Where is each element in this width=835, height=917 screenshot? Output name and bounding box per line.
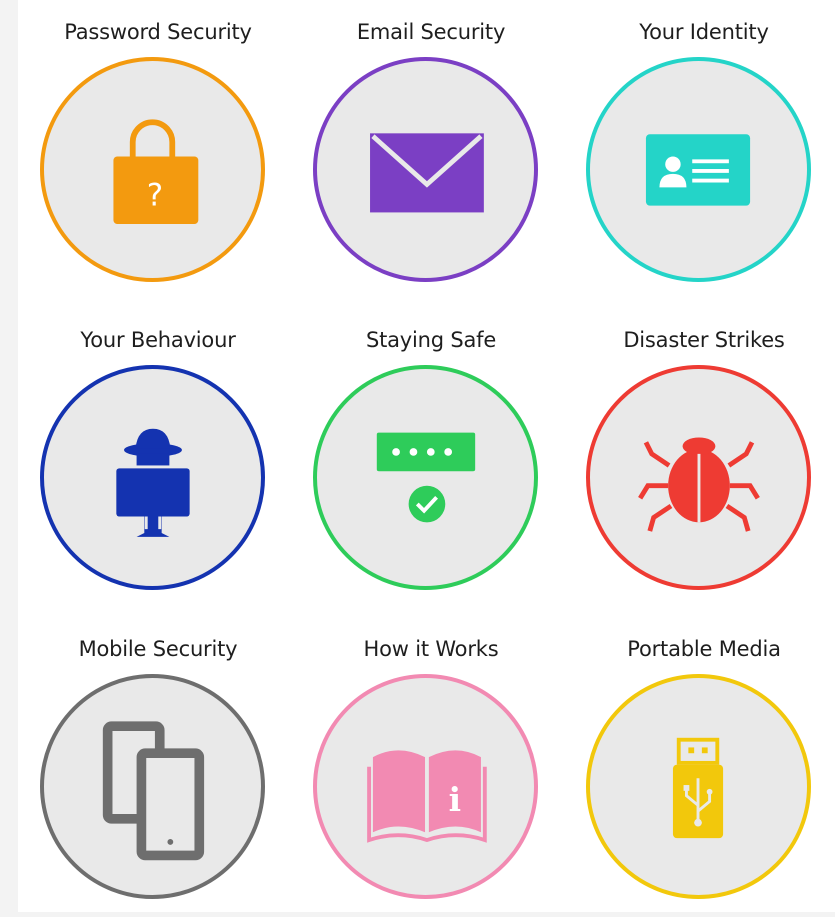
tile-circle[interactable] xyxy=(40,365,265,590)
tile-label: Disaster Strikes xyxy=(623,328,785,352)
tile-label: Password Security xyxy=(64,20,252,44)
padlock-question-icon: ? xyxy=(113,119,199,224)
tile-circle[interactable] xyxy=(313,365,538,590)
tile-mobile-security[interactable]: Mobile Security xyxy=(18,617,298,917)
mobile-devices-icon xyxy=(102,721,205,861)
svg-text:i: i xyxy=(449,780,461,819)
tile-your-identity[interactable]: Your Identity xyxy=(564,0,835,300)
bug-icon xyxy=(638,437,760,532)
id-card-icon xyxy=(645,134,751,206)
tile-label: Your Behaviour xyxy=(80,328,236,352)
usb-drive-icon xyxy=(672,737,724,839)
tile-staying-safe[interactable]: Staying Safe xyxy=(291,308,571,608)
password-check-icon xyxy=(376,432,476,523)
tile-circle[interactable]: ? xyxy=(40,57,265,282)
tile-disaster-strikes[interactable]: Disaster Strikes xyxy=(564,308,835,608)
svg-text:?: ? xyxy=(147,178,163,214)
spy-at-computer-icon xyxy=(116,428,190,537)
tile-label: Your Identity xyxy=(639,20,769,44)
tile-password-security[interactable]: Password Security ? xyxy=(18,0,298,300)
tile-label: How it Works xyxy=(363,637,499,661)
tile-your-behaviour[interactable]: Your Behaviour xyxy=(18,308,298,608)
tile-circle[interactable]: i xyxy=(313,674,538,899)
tile-label: Mobile Security xyxy=(78,637,238,661)
tile-label: Portable Media xyxy=(627,637,781,661)
tile-label: Email Security xyxy=(356,20,506,44)
tile-circle[interactable] xyxy=(313,57,538,282)
tile-circle[interactable] xyxy=(586,674,811,899)
topics-panel: Password Security ? Email Security Your … xyxy=(18,0,835,912)
tile-circle[interactable] xyxy=(586,365,811,590)
book-info-icon: i xyxy=(367,750,487,843)
tile-label: Staying Safe xyxy=(365,328,497,352)
tile-email-security[interactable]: Email Security xyxy=(291,0,571,300)
tile-circle[interactable] xyxy=(586,57,811,282)
envelope-icon xyxy=(370,133,484,213)
tile-portable-media[interactable]: Portable Media xyxy=(564,617,835,917)
tile-circle[interactable] xyxy=(40,674,265,899)
tile-how-it-works[interactable]: How it Works i xyxy=(291,617,571,917)
